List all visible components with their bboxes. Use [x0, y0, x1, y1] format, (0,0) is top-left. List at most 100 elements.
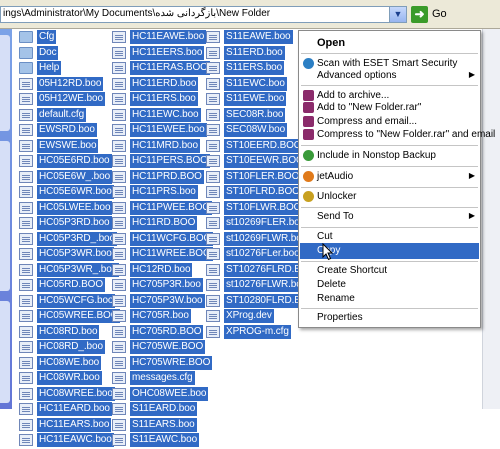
file-name: S11EWE.boo: [224, 92, 287, 106]
menu-item-nonstop-backup[interactable]: Include in Nonstop Backup: [300, 148, 479, 164]
file-icon: [206, 77, 220, 90]
file-icon: [19, 217, 33, 229]
submenu-arrow-icon: ▶: [468, 171, 475, 180]
file-icon: [206, 124, 220, 136]
jetaudio-icon: [303, 171, 314, 182]
menu-item-send-to[interactable]: Send To ▶: [300, 209, 479, 225]
file-name: st10269FLER.boo: [224, 216, 308, 230]
vertical-scrollbar[interactable]: [482, 29, 500, 409]
file-icon: [112, 263, 126, 276]
address-path[interactable]: ings\Administrator\My Documents\بازگردان…: [3, 8, 270, 19]
file-icon: [112, 294, 126, 307]
address-dropdown-icon[interactable]: ▼: [389, 7, 406, 22]
file-name: HC11WREE.BOO: [130, 247, 213, 261]
menu-separator: [301, 85, 478, 86]
file-icon: [112, 62, 126, 74]
menu-item-jetaudio[interactable]: jetAudio ▶: [300, 169, 479, 185]
file-name: HC11ERS.boo: [130, 92, 198, 106]
file-name: OHC08WEE.boo: [130, 386, 209, 401]
menu-item-properties[interactable]: Properties: [300, 310, 479, 326]
go-arrow-icon[interactable]: ➜: [411, 6, 428, 23]
file-icon: [19, 279, 33, 291]
file-name: HC11EWC.boo: [130, 107, 201, 122]
go-button[interactable]: ➜ Go: [411, 6, 463, 23]
file-icon: [19, 403, 33, 415]
file-name: S11EARS.boo: [130, 417, 197, 432]
task-pane-panel: [0, 141, 10, 291]
menu-item-label: Open: [317, 37, 346, 49]
file-name: Doc: [37, 45, 59, 60]
file-icon: [19, 139, 33, 152]
file-name: ST10FLER.BOO: [224, 169, 302, 184]
file-name: HC05E6RD.boo: [37, 154, 112, 168]
file-name: HC705R.boo: [130, 309, 191, 323]
file-name: HC11EAWC.boo: [37, 433, 114, 447]
backup-icon: [303, 150, 314, 161]
file-icon: [19, 372, 33, 384]
file-name: HC11PRS.boo: [130, 185, 198, 199]
file-name: S11EAWE.boo: [224, 30, 293, 44]
mouse-pointer-icon: [322, 243, 334, 261]
menu-item-open[interactable]: Open: [300, 35, 479, 51]
file-icon: [112, 403, 126, 415]
file-icon: [112, 93, 126, 105]
menu-separator: [301, 53, 478, 54]
file-name: HC11EAWE.boo: [130, 30, 207, 44]
file-name: messages.cfg: [130, 371, 195, 385]
file-icon: [206, 170, 220, 183]
menu-item-advanced-options[interactable]: Advanced options ▶: [300, 68, 479, 84]
file-icon: [19, 325, 33, 338]
file-name: SEC08W.boo: [224, 123, 288, 137]
file-icon: [112, 31, 126, 43]
file-name: ST10EEWR.BOO: [224, 154, 306, 168]
folder-icon: [19, 31, 33, 43]
file-name: XPROG-m.cfg: [224, 324, 291, 339]
menu-item-label: Properties: [317, 312, 363, 323]
menu-item-rename[interactable]: Rename: [300, 291, 479, 307]
file-name: HC705WRE.BOO: [130, 355, 213, 370]
file-name: st10269FLWR.boo: [224, 231, 310, 246]
menu-item-label: Delete: [317, 279, 346, 290]
file-name: HC11EARS.boo: [37, 417, 112, 432]
file-icon: [112, 77, 126, 90]
file-icon: [19, 170, 33, 183]
file-icon: [19, 93, 33, 105]
file-icon: [112, 248, 126, 260]
context-menu: Open Scan with ESET Smart Security Advan…: [298, 30, 495, 328]
file-icon: [112, 434, 126, 446]
go-label[interactable]: Go: [432, 8, 447, 20]
file-icon: [19, 201, 33, 214]
menu-item-unlocker[interactable]: Unlocker: [300, 189, 479, 205]
file-name: st10276FLWR.boo: [224, 278, 310, 292]
file-icon: [206, 279, 220, 291]
file-icon: [206, 62, 220, 74]
file-name: EWSRD.boo: [37, 123, 97, 137]
file-icon: [112, 217, 126, 229]
file-icon: [206, 108, 220, 121]
file-icon: [112, 232, 126, 245]
menu-item-label: Compress and email...: [317, 116, 418, 127]
menu-separator: [301, 227, 478, 228]
submenu-arrow-icon: ▶: [468, 211, 475, 220]
file-name: HC08RD_.boo: [37, 340, 105, 354]
file-name: HC08WR.boo: [37, 371, 102, 385]
address-field[interactable]: ings\Administrator\My Documents\بازگردان…: [0, 6, 407, 23]
file-name: HC705P3W.boo: [130, 293, 205, 308]
file-name: HC11EARD.boo: [37, 402, 112, 416]
file-icon: [19, 108, 33, 121]
menu-item-label: Include in Nonstop Backup: [317, 150, 436, 161]
menu-separator: [301, 187, 478, 188]
file-name: Cfg: [37, 30, 57, 44]
menu-item-compress-rar-email[interactable]: Compress to "New Folder.rar" and email: [300, 127, 495, 143]
file-name: HC05WREE.BOO: [37, 309, 121, 323]
file-name: HC05P3WR.boo: [37, 247, 114, 261]
menu-separator: [301, 166, 478, 167]
file-name: 05H12WE.boo: [37, 92, 105, 106]
file-name: HC705P3R.boo: [130, 278, 203, 292]
menu-separator: [301, 207, 478, 208]
file-name: HC05RD.BOO: [37, 278, 106, 292]
menu-item-label: Create Shortcut: [317, 265, 388, 276]
file-name: HC08WE.boo: [37, 355, 102, 370]
file-name: HC11MRD.boo: [130, 138, 200, 153]
file-icon: [112, 372, 126, 384]
